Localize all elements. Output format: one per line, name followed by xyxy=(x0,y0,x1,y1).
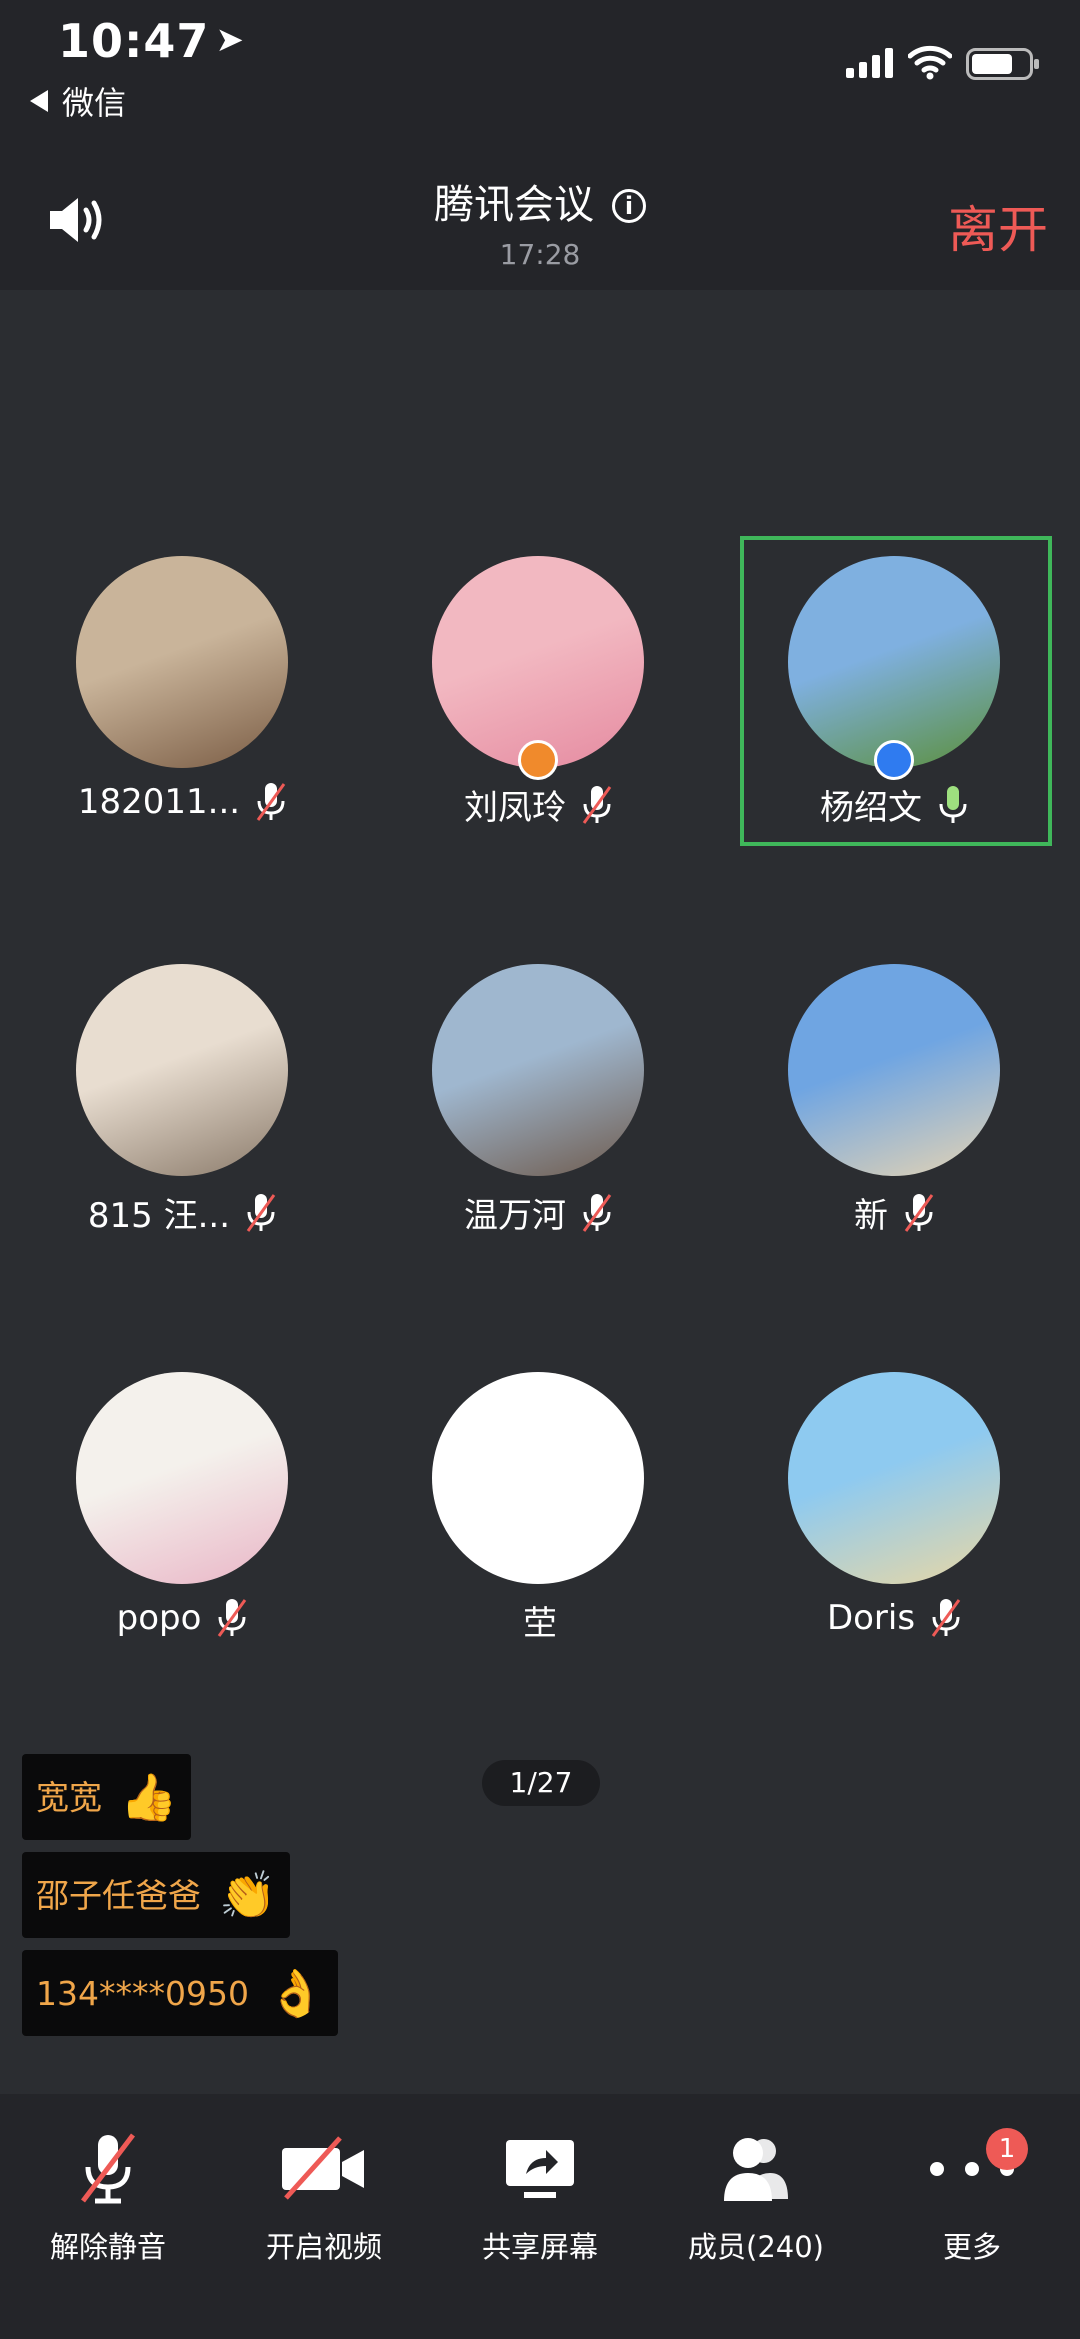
microphone-muted-icon xyxy=(582,1193,612,1232)
participant-tile[interactable]: 温万河 xyxy=(360,938,720,1238)
battery-icon xyxy=(966,48,1039,80)
participant-avatar xyxy=(432,964,644,1176)
participant-tile[interactable]: Doris xyxy=(716,1346,1076,1646)
location-arrow-icon: ➤ xyxy=(215,20,245,60)
reaction-bubble: 134****0950 👌 xyxy=(22,1950,339,2036)
share-screen-icon xyxy=(506,2140,574,2198)
meeting-title: 腾讯会议 i xyxy=(0,172,1080,230)
participant-name: 182011... xyxy=(77,782,241,822)
participant-name-row: 新 xyxy=(716,1188,1076,1237)
reaction-bubble: 邵子任爸爸 👏 xyxy=(22,1852,291,1938)
participant-tile[interactable]: 刘凤玲 xyxy=(360,530,720,830)
microphone-muted-icon xyxy=(256,783,286,821)
clock: 10:47 ➤ xyxy=(58,14,245,68)
status-bar: 10:47 ➤ 微信 xyxy=(0,0,1080,150)
participant-name: 茔 xyxy=(523,1604,557,1644)
participant-avatar xyxy=(788,964,1000,1176)
wifi-icon xyxy=(908,45,952,80)
share-screen-label: 共享屏幕 xyxy=(481,2230,598,2264)
participant-tile[interactable]: 新 xyxy=(716,938,1076,1238)
members-icon xyxy=(724,2138,788,2201)
info-icon[interactable]: i xyxy=(612,189,646,223)
participant-avatar xyxy=(76,964,288,1176)
host-badge-icon xyxy=(518,740,558,780)
unmute-label: 解除静音 xyxy=(49,2230,166,2264)
participant-name: Doris xyxy=(826,1598,916,1638)
start-video-label: 开启视频 xyxy=(265,2230,382,2264)
participant-avatar xyxy=(432,556,644,768)
share-screen-button[interactable]: 共享屏幕 xyxy=(432,2124,648,2266)
members-label: 成员(240) xyxy=(688,2230,824,2264)
back-triangle-icon xyxy=(30,90,48,112)
participant-avatar xyxy=(788,1372,1000,1584)
ok-hand-icon: 👌 xyxy=(266,1966,325,2020)
unmute-button[interactable]: 解除静音 xyxy=(0,2124,216,2266)
microphone-muted-icon xyxy=(904,1193,934,1232)
clapping-hands-icon: 👏 xyxy=(219,1868,277,1922)
microphone-muted-icon xyxy=(582,785,612,824)
cellular-signal-icon xyxy=(846,48,893,78)
participant-name-row: Doris xyxy=(716,1596,1076,1640)
meeting-header: 腾讯会议 i 17:28 离开 xyxy=(0,150,1080,290)
participant-name-row: popo xyxy=(4,1596,364,1640)
participant-name-row: 815 汪... xyxy=(4,1188,364,1237)
meeting-duration: 17:28 xyxy=(499,238,581,271)
page-indicator: 1/27 xyxy=(482,1760,600,1806)
back-to-app-link[interactable]: 微信 xyxy=(30,78,126,124)
leave-button[interactable]: 离开 xyxy=(948,190,1048,262)
more-button[interactable]: 1 更多 xyxy=(864,2124,1080,2266)
microphone-muted-icon xyxy=(246,1193,276,1232)
participant-avatar xyxy=(76,556,288,768)
participant-name-row: 茔 xyxy=(360,1596,720,1645)
participant-name: 815 汪... xyxy=(87,1196,231,1236)
participant-name: 刘凤玲 xyxy=(464,788,566,828)
participant-name-row: 刘凤玲 xyxy=(360,780,720,829)
participant-tile[interactable]: 茔 xyxy=(360,1346,720,1646)
microphone-muted-icon xyxy=(218,1599,247,1637)
more-label: 更多 xyxy=(942,2230,1001,2264)
participant-avatar xyxy=(76,1372,288,1584)
members-button[interactable]: 成员(240) xyxy=(648,2124,864,2266)
participant-tile[interactable]: popo xyxy=(4,1346,364,1646)
participant-name: popo xyxy=(116,1598,202,1638)
microphone-muted-icon xyxy=(81,2133,135,2204)
active-speaker-frame xyxy=(740,536,1052,846)
microphone-muted-icon xyxy=(931,1599,961,1637)
participant-name: 温万河 xyxy=(464,1196,566,1236)
start-video-button[interactable]: 开启视频 xyxy=(216,2124,432,2266)
meeting-toolbar: 解除静音 开启视频 共享屏幕 成员(240) 1 更多 xyxy=(0,2094,1080,2339)
participant-tile[interactable]: 815 汪... xyxy=(4,938,364,1238)
participant-name-row: 温万河 xyxy=(360,1188,720,1237)
participant-avatar xyxy=(432,1372,644,1584)
reaction-bubble: 宽宽 👍 xyxy=(22,1754,192,1840)
notification-badge: 1 xyxy=(986,2128,1028,2170)
participant-tile[interactable]: 182011... xyxy=(4,530,364,830)
participant-name: 新 xyxy=(854,1196,888,1236)
participant-name-row: 182011... xyxy=(4,780,364,824)
video-off-icon xyxy=(282,2136,364,2200)
thumbs-up-icon: 👍 xyxy=(120,1770,178,1824)
